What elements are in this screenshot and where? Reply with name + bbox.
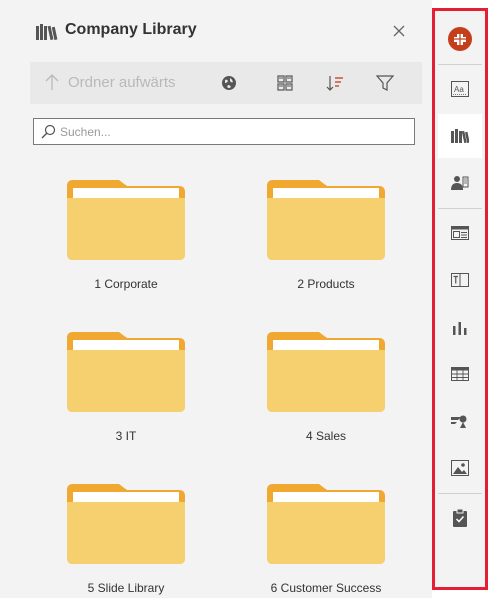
grid-view-icon[interactable] (276, 74, 294, 92)
rail-divider (438, 64, 482, 65)
folder-item[interactable]: 2 Products (240, 180, 385, 310)
rail-divider (438, 208, 482, 209)
table-icon (451, 367, 469, 381)
folder-label: 1 Corporate (94, 277, 158, 291)
text-box-icon (451, 273, 469, 287)
people-icon (451, 176, 469, 190)
folder-item[interactable]: 5 Slide Library (40, 484, 185, 598)
folder-label: 5 Slide Library (87, 581, 165, 595)
folder-label: 3 IT (115, 429, 137, 443)
search-icon (41, 124, 56, 139)
folder-icon (67, 332, 185, 412)
close-icon[interactable] (390, 22, 408, 40)
svg-text:Aa: Aa (454, 85, 464, 94)
rail-item-chart[interactable] (438, 305, 482, 349)
search-input[interactable] (60, 121, 410, 142)
rail-divider (438, 493, 482, 494)
rail-item-text-box[interactable] (438, 258, 482, 302)
rail-item-add-in-logo[interactable] (438, 17, 482, 61)
folder-up-button[interactable]: Ordner aufwärts (44, 73, 176, 91)
bar-chart-icon (453, 322, 467, 335)
library-books-icon (451, 129, 469, 143)
toolbar: Ordner aufwärts (30, 62, 422, 104)
library-panel: Company Library Ordner aufwärts Suchen..… (0, 0, 432, 598)
side-rail: Aa (432, 0, 490, 598)
picture-icon (451, 460, 469, 476)
folder-label: 6 Customer Success (270, 581, 382, 595)
rail-item-table[interactable] (438, 352, 482, 396)
folder-item[interactable]: 4 Sales (240, 332, 385, 462)
rail-item-library[interactable] (438, 114, 482, 158)
search-box (33, 118, 415, 145)
folder-item[interactable]: 3 IT (40, 332, 185, 462)
filter-icon[interactable] (376, 74, 394, 92)
folder-icon (267, 484, 385, 564)
folder-label: 2 Products (297, 277, 355, 291)
folder-icon (67, 484, 185, 564)
rail-item-layout[interactable] (438, 211, 482, 255)
font-style-icon: Aa (451, 81, 469, 97)
rail-item-people[interactable] (438, 161, 482, 205)
library-books-icon (36, 24, 58, 40)
panel-header: Company Library (0, 0, 432, 62)
folder-icon (267, 180, 385, 260)
folder-icon (267, 332, 385, 412)
folder-icon (67, 180, 185, 260)
rail-item-icons[interactable] (438, 399, 482, 443)
arrow-up-icon (45, 74, 59, 90)
rail-highlight-frame: Aa (432, 8, 488, 590)
add-in-logo-icon (448, 27, 472, 51)
clipboard-check-icon (453, 509, 467, 527)
folder-label: 4 Sales (305, 429, 347, 443)
sort-icon[interactable] (326, 74, 344, 92)
icons-shapes-icon (451, 415, 467, 428)
folder-item[interactable]: 6 Customer Success (240, 484, 385, 598)
rail-item-font-style[interactable]: Aa (438, 67, 482, 111)
panel-title: Company Library (65, 21, 197, 38)
globe-icon[interactable] (220, 74, 238, 92)
folder-item[interactable]: 1 Corporate (40, 180, 185, 310)
rail-item-clipboard[interactable] (438, 496, 482, 540)
folder-up-label: Ordner aufwärts (68, 73, 176, 91)
layout-icon (451, 226, 469, 240)
rail-item-picture[interactable] (438, 446, 482, 490)
